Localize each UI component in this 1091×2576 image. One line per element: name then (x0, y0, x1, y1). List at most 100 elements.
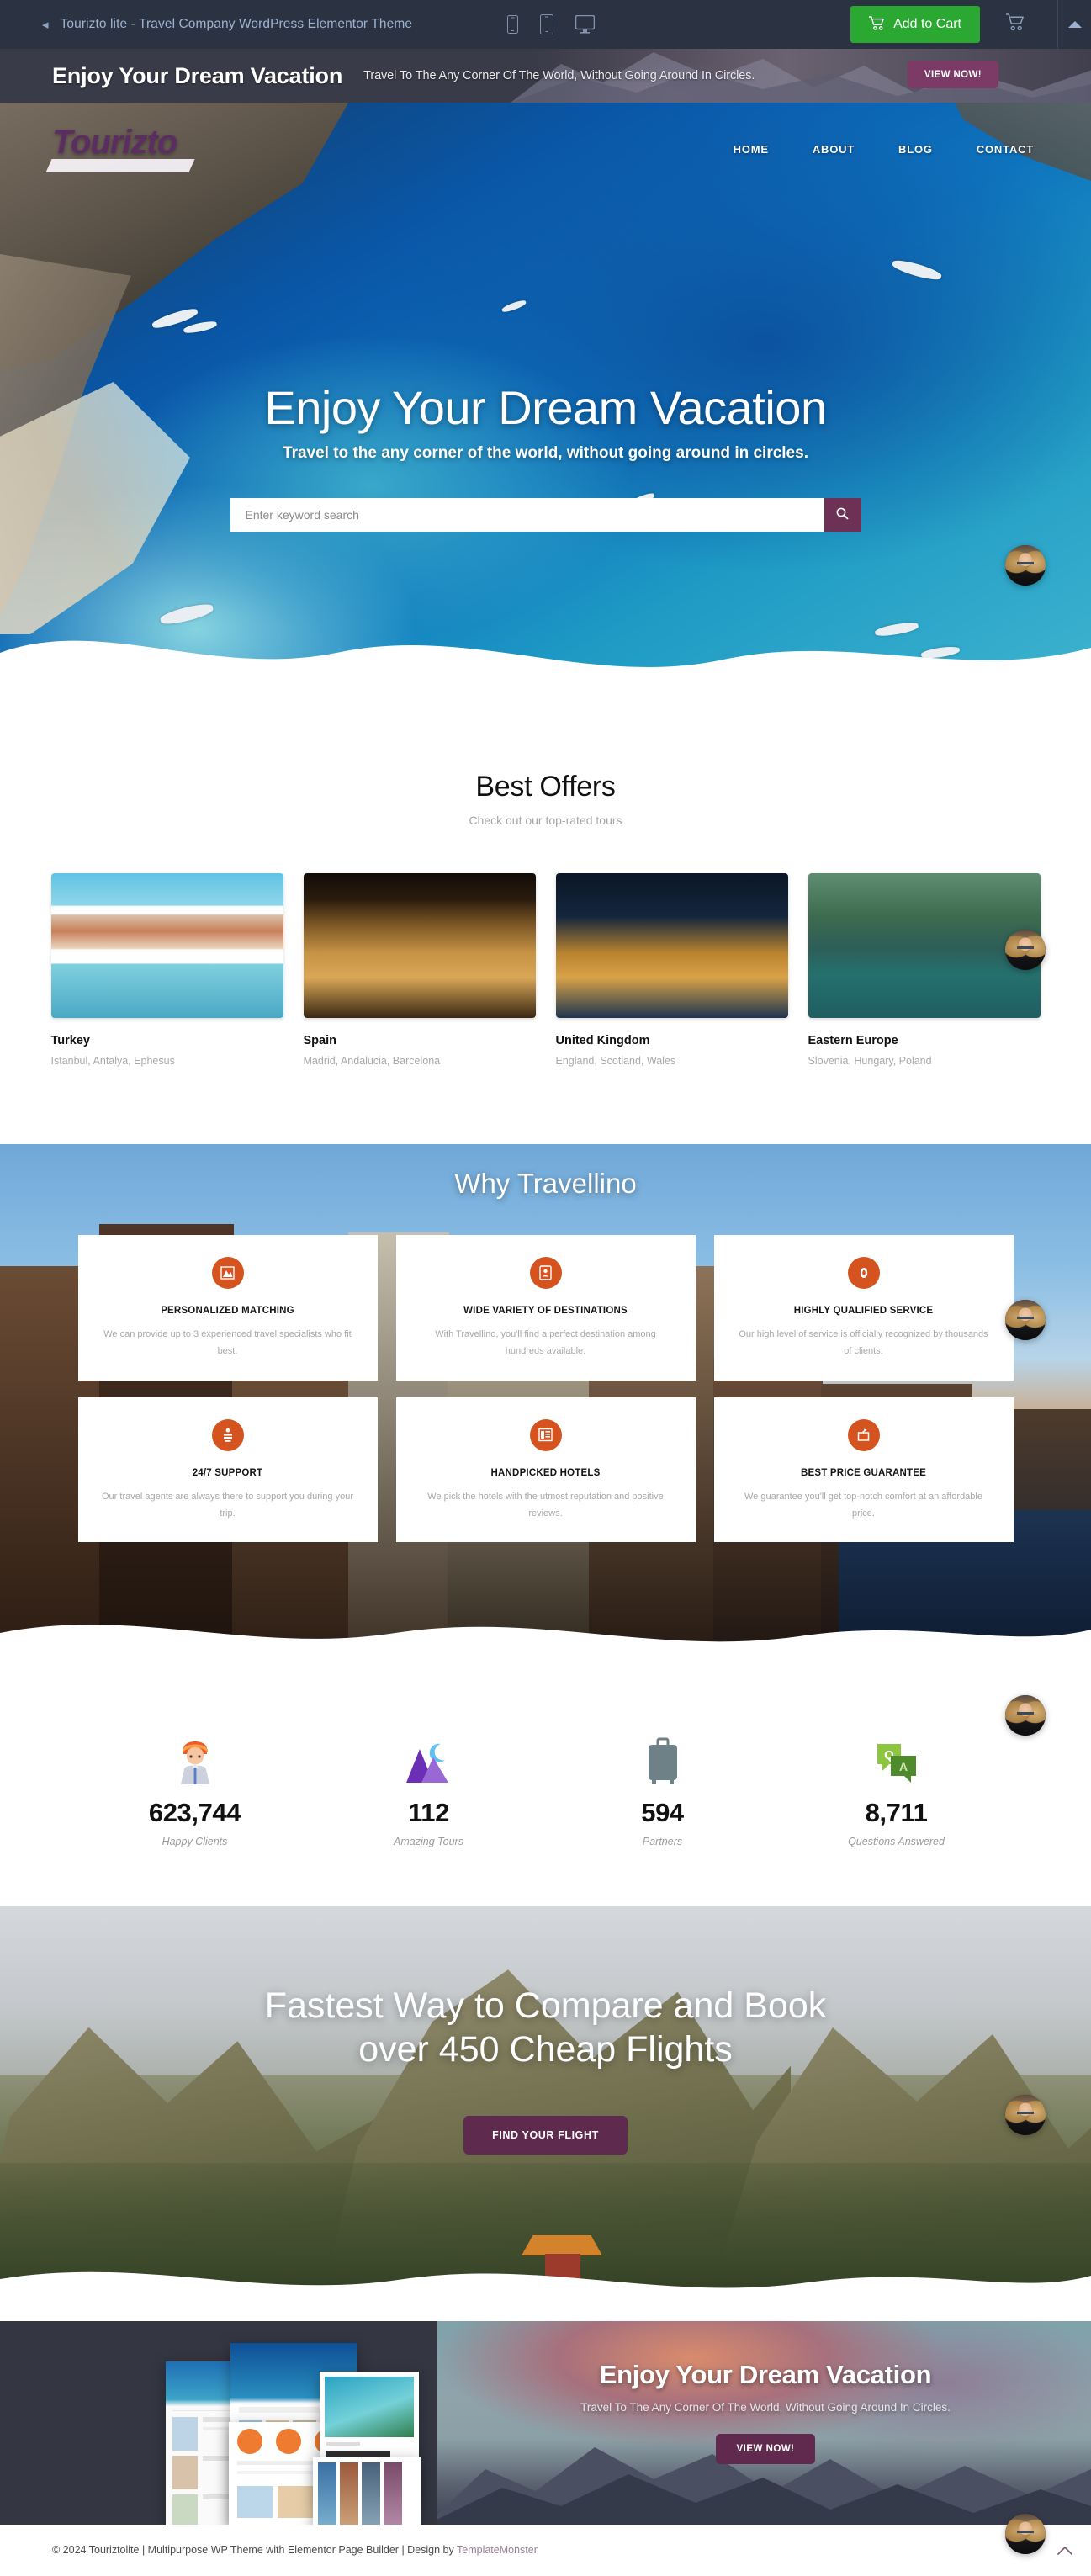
best-offers-title: Best Offers (475, 771, 616, 803)
avatar-face (1005, 930, 1046, 970)
triangle-up-icon (1067, 21, 1082, 28)
video-chat-avatar[interactable] (1005, 545, 1046, 586)
counter-item: 594 Partners (546, 1724, 780, 1847)
bottom-promo-content: Enjoy Your Dream Vacation Travel To The … (471, 2360, 1060, 2464)
counter-value: 112 (408, 1798, 449, 1827)
site-header: Tourizto HOME ABOUT BLOG CONTACT (0, 103, 1091, 195)
bottom-promo-heading: Enjoy Your Dream Vacation (599, 2360, 932, 2389)
best-offers-header: Best Offers Check out our top-rated tour… (0, 702, 1091, 827)
avatar-eyes (1017, 2531, 1034, 2533)
desktop-icon[interactable] (575, 15, 595, 34)
counter-label: Amazing Tours (394, 1836, 463, 1847)
counter-label: Partners (642, 1836, 683, 1847)
counter-label: Happy Clients (162, 1836, 228, 1847)
counters-list: 623,744 Happy Clients 112 Amazing Tours (78, 1724, 1014, 1847)
best-offers-list: Turkey Istanbul, Antalya, Ephesus Spain … (50, 873, 1041, 1144)
offer-name: Turkey (50, 1034, 90, 1047)
feature-name: HIGHLY QUALIFIED SERVICE (793, 1306, 934, 1316)
video-chat-avatar[interactable] (1005, 1300, 1046, 1340)
video-chat-avatar[interactable] (1005, 1695, 1046, 1736)
support-icon (211, 1418, 244, 1451)
bottom-promo-view-now-button[interactable]: VIEW NOW! (716, 2434, 815, 2464)
topbar-actions: Add to Cart (850, 0, 1091, 49)
main-navigation: HOME ABOUT BLOG CONTACT (734, 143, 1034, 156)
offer-name: Eastern Europe (808, 1034, 898, 1047)
mountains-moon-icon (312, 1724, 546, 1786)
counters-section: 623,744 Happy Clients 112 Amazing Tours (0, 1662, 1091, 1906)
avatar-face (1005, 2095, 1046, 2135)
video-chat-avatar[interactable] (1005, 2095, 1046, 2135)
offer-card[interactable]: Spain Madrid, Andalucia, Barcelona (303, 873, 536, 1067)
hero-section: Tourizto HOME ABOUT BLOG CONTACT Enjoy Y… (0, 103, 1091, 702)
footer-designer-link[interactable]: TemplateMonster (457, 2544, 538, 2556)
nav-item-home[interactable]: HOME (734, 143, 769, 156)
avatar-face (1005, 1695, 1046, 1736)
video-chat-avatar[interactable] (1005, 930, 1046, 970)
nav-item-about[interactable]: ABOUT (813, 143, 855, 156)
offer-places: England, Scotland, Wales (555, 1055, 676, 1067)
feature-card: HIGHLY QUALIFIED SERVICE Our high level … (713, 1235, 1014, 1381)
back-link[interactable]: ◂ Tourizto lite - Travel Company WordPre… (0, 17, 412, 32)
shopping-basket-icon[interactable] (1005, 13, 1025, 36)
offer-places: Slovenia, Hungary, Poland (808, 1055, 932, 1067)
hero-search-form (230, 498, 861, 532)
feature-name: WIDE VARIETY OF DESTINATIONS (463, 1306, 628, 1316)
feature-name: HANDPICKED HOTELS (490, 1467, 601, 1478)
template-preview-topbar: ◂ Tourizto lite - Travel Company WordPre… (0, 0, 1091, 49)
chevron-up-icon (1057, 2547, 1072, 2555)
offer-image-spain (303, 873, 536, 1018)
feature-text: With Travellino, you'll find a perfect d… (435, 1329, 656, 1357)
search-input[interactable] (230, 498, 824, 532)
offer-card[interactable]: United Kingdom England, Scotland, Wales (555, 873, 788, 1067)
flights-cta-section: Fastest Way to Compare and Book over 450… (0, 1906, 1091, 2306)
add-to-cart-button[interactable]: Add to Cart (850, 6, 980, 43)
feature-card: WIDE VARIETY OF DESTINATIONS With Travel… (395, 1235, 696, 1381)
footer-copyright: © 2024 Touriztolite | Multipurpose WP Th… (52, 2544, 538, 2556)
offer-card[interactable]: Turkey Istanbul, Antalya, Ephesus (50, 873, 283, 1067)
mobile-portrait-icon[interactable] (507, 15, 518, 34)
search-submit-button[interactable] (824, 498, 861, 532)
find-your-flight-button[interactable]: FIND YOUR FLIGHT (463, 2115, 628, 2155)
feature-name: BEST PRICE GUARANTEE (800, 1467, 927, 1478)
offer-card[interactable]: Eastern Europe Slovenia, Hungary, Poland (808, 873, 1041, 1067)
pagoda-roof (522, 2235, 602, 2255)
promo-content: Enjoy Your Dream Vacation Travel To The … (0, 49, 1091, 103)
nav-item-blog[interactable]: BLOG (898, 143, 933, 156)
flights-heading-line2: over 450 Cheap Flights (358, 2029, 733, 2070)
feature-text: Our high level of service is officially … (739, 1329, 988, 1357)
collapse-bar-button[interactable] (1057, 0, 1091, 49)
tablet-icon[interactable] (540, 14, 553, 34)
counter-value: 8,711 (865, 1798, 928, 1827)
scroll-to-top-button[interactable] (1057, 2543, 1072, 2560)
feature-text: We guarantee you'll get top-notch comfor… (744, 1491, 982, 1519)
avatar-eyes (1017, 1317, 1034, 1319)
avatar-eyes (1017, 946, 1034, 949)
site-logo[interactable]: Tourizto (45, 125, 204, 172)
hero-bottom-wave (0, 640, 1091, 702)
counter-item: 623,744 Happy Clients (78, 1724, 312, 1847)
flights-bottom-wave (0, 2271, 1091, 2306)
add-to-cart-label: Add to Cart (893, 17, 961, 31)
feature-name: 24/7 SUPPORT (192, 1467, 263, 1478)
medal-icon (847, 1257, 880, 1289)
why-section: Why Travellino PERSONALIZED MATCHING We … (0, 1144, 1091, 1662)
offer-places: Istanbul, Antalya, Ephesus (50, 1055, 175, 1067)
video-chat-avatar[interactable] (1005, 2514, 1046, 2554)
hotel-icon (529, 1418, 562, 1451)
bottom-promo-section: Enjoy Your Dream Vacation Travel To The … (0, 2321, 1091, 2525)
promo-heading: Enjoy Your Dream Vacation (52, 62, 343, 88)
logo-sweep-shape (45, 159, 195, 172)
flights-content: Fastest Way to Compare and Book over 450… (0, 1906, 1091, 2155)
price-tag-icon (847, 1418, 880, 1451)
search-icon (836, 507, 849, 522)
chevron-left-icon: ◂ (42, 17, 49, 32)
feature-text: Our travel agents are always there to su… (102, 1491, 353, 1519)
why-bottom-wave (0, 1625, 1091, 1662)
counter-value: 623,744 (148, 1798, 241, 1827)
nav-item-contact[interactable]: CONTACT (977, 143, 1034, 156)
id-card-icon (529, 1257, 562, 1289)
best-offers-subtitle: Check out our top-rated tours (469, 814, 622, 827)
avatar-face (1005, 545, 1046, 586)
shopping-cart-icon (869, 16, 885, 34)
feature-text: We can provide up to 3 experienced trave… (103, 1329, 352, 1357)
